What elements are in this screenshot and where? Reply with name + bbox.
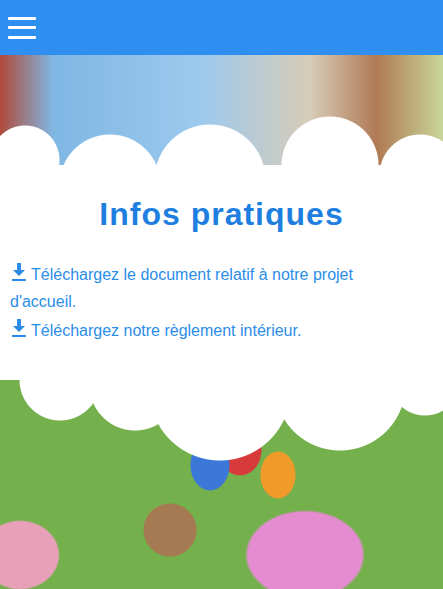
info-panel: Infos pratiques Téléchargez le document r… <box>0 165 443 380</box>
download-list: Téléchargez le document relatif à notre … <box>0 261 443 344</box>
section-title: Infos pratiques <box>0 195 443 233</box>
header-photo <box>0 55 443 165</box>
download-link[interactable]: Téléchargez notre règlement intérieur. <box>10 322 301 339</box>
footer-illustration <box>0 380 443 589</box>
download-link[interactable]: Téléchargez le document relatif à notre … <box>10 266 353 310</box>
download-icon <box>10 318 28 338</box>
download-icon <box>10 262 28 282</box>
menu-icon[interactable] <box>8 17 38 39</box>
top-bar <box>0 0 443 55</box>
